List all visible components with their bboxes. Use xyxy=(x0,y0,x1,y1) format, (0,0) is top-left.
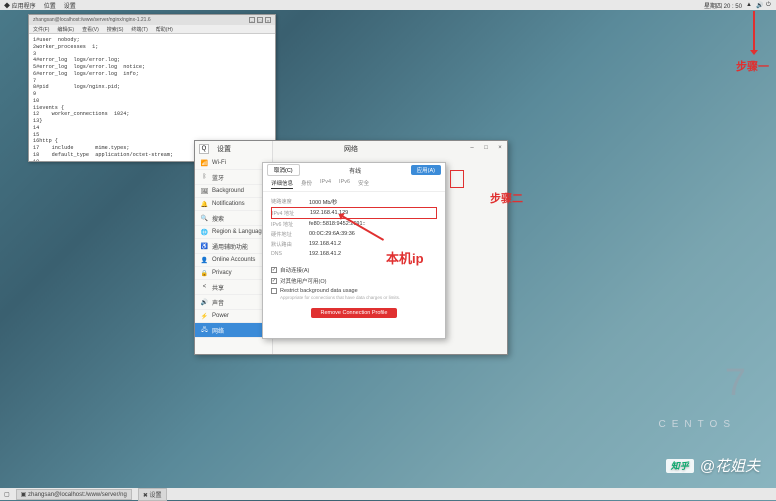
menu-file[interactable]: 文件(F) xyxy=(33,26,49,33)
sidebar-item-label: Wi-Fi xyxy=(212,160,226,166)
show-desktop-icon[interactable]: ▢ xyxy=(4,491,10,498)
close-icon[interactable]: × xyxy=(265,17,271,23)
sidebar-item-network[interactable]: 🖧 网络 xyxy=(195,323,272,338)
editor-title: zhangsan@localhost:/www/server/nginx/ngi… xyxy=(33,17,151,23)
annotation-local-ip: 本机ip xyxy=(386,248,424,267)
menu-view[interactable]: 查看(V) xyxy=(82,26,99,33)
tab-identity[interactable]: 身份 xyxy=(301,179,312,189)
settings-menu[interactable]: 设置 xyxy=(64,1,76,10)
sidebar-item-privacy[interactable]: 🔒 Privacy xyxy=(195,267,272,280)
detail-tabs: 详细信息 身份 IPv4 IPv6 安全 xyxy=(263,177,445,192)
tab-details[interactable]: 详细信息 xyxy=(271,179,293,189)
share-icon: < xyxy=(201,284,208,291)
sidebar-item-label: 蓝牙 xyxy=(212,173,224,182)
sidebar-item-online-accounts[interactable]: 👤 Online Accounts xyxy=(195,254,272,267)
row-ipv4: IPv4 地址192.168.41.129 xyxy=(271,207,437,219)
tab-ipv6[interactable]: IPv6 xyxy=(339,179,350,189)
back-button[interactable]: Q xyxy=(199,144,209,154)
sound-icon: 🔊 xyxy=(201,299,208,306)
checkbox-icon xyxy=(271,288,277,294)
annotation-step2: 步骤二 xyxy=(490,190,523,206)
sidebar-item-label: Region & Language xyxy=(212,229,265,235)
sidebar-item-sharing[interactable]: < 共享 xyxy=(195,280,272,295)
annotation-highlight-gear xyxy=(450,170,464,188)
search-icon: 🔍 xyxy=(201,215,208,222)
sidebar-item-label: Online Accounts xyxy=(212,257,255,263)
annotation-step1: 步骤一 xyxy=(736,58,769,74)
power-icon: ⚡ xyxy=(201,313,208,320)
sidebar-item-background[interactable]: 🖼 Background xyxy=(195,185,272,198)
network-tray-icon[interactable]: ▲ xyxy=(746,2,752,8)
sidebar-item-label: 共享 xyxy=(212,283,224,292)
sidebar-item-label: 声音 xyxy=(212,298,224,307)
remove-connection-button[interactable]: Remove Connection Profile xyxy=(311,308,398,318)
menu-terminal[interactable]: 终端(T) xyxy=(131,26,147,33)
bluetooth-icon: ᛒ xyxy=(201,174,208,181)
sidebar-item-region[interactable]: 🌐 Region & Language xyxy=(195,226,272,239)
sidebar-item-accessibility[interactable]: ♿ 通用辅助功能 xyxy=(195,239,272,254)
centos-name: CENTOS xyxy=(659,419,737,430)
sidebar-item-wifi[interactable]: 📶 Wi-Fi xyxy=(195,157,272,170)
sidebar-item-label: 网络 xyxy=(212,326,224,335)
datetime: 星期四 20 : 50 xyxy=(704,1,742,10)
sidebar-item-label: 通用辅助功能 xyxy=(212,242,248,251)
lock-icon: 🔒 xyxy=(201,270,208,277)
bottom-taskbar: ▢ ▣ zhangsan@localhost:/www/server/ng ✖ … xyxy=(0,488,776,500)
watermark-author: @花姐夫 xyxy=(700,455,760,476)
watermark: 知乎 @花姐夫 xyxy=(666,455,760,476)
checkbox-icon: ✓ xyxy=(271,267,277,273)
sidebar-item-label: Privacy xyxy=(212,270,232,276)
power-tray-icon[interactable]: ⏻ xyxy=(766,2,772,8)
menu-search[interactable]: 搜索(S) xyxy=(107,26,124,33)
globe-icon: 🌐 xyxy=(201,229,208,236)
apps-menu[interactable]: ◆ 应用程序 xyxy=(4,1,36,10)
sidebar-item-power[interactable]: ⚡ Power xyxy=(195,310,272,323)
background-icon: 🖼 xyxy=(201,188,208,195)
places-menu[interactable]: 位置 xyxy=(44,1,56,10)
editor-titlebar[interactable]: zhangsan@localhost:/www/server/nginx/ngi… xyxy=(29,15,275,25)
dialog-title: 有线 xyxy=(300,166,411,175)
wifi-icon: 📶 xyxy=(201,160,208,167)
check-others[interactable]: ✓对其他用户可用(O) xyxy=(271,275,437,286)
row-mac: 硬件地址00:0C:29:6A:39:36 xyxy=(271,229,437,239)
sidebar-item-sound[interactable]: 🔊 声音 xyxy=(195,295,272,310)
accessibility-icon: ♿ xyxy=(201,243,208,250)
zhihu-icon: 知乎 xyxy=(666,459,694,473)
annotation-arrow-1 xyxy=(753,11,755,51)
sidebar-item-label: Background xyxy=(212,188,244,194)
user-icon: 👤 xyxy=(201,257,208,264)
maximize-icon[interactable]: □ xyxy=(257,17,263,23)
top-menu-bar: ◆ 应用程序 位置 设置 星期四 20 : 50 ▲ 🔊 ⏻ xyxy=(0,0,776,10)
sidebar-item-notifications[interactable]: 🔔 Notifications xyxy=(195,198,272,211)
volume-tray-icon[interactable]: 🔊 xyxy=(756,2,762,8)
menu-help[interactable]: 帮助(H) xyxy=(156,26,173,33)
cancel-button[interactable]: 取消(C) xyxy=(267,164,300,176)
sidebar-item-bluetooth[interactable]: ᛒ 蓝牙 xyxy=(195,170,272,185)
bell-icon: 🔔 xyxy=(201,201,208,208)
taskbar-item-settings[interactable]: ✖ 设置 xyxy=(138,488,167,501)
network-icon: 🖧 xyxy=(201,327,208,334)
checkbox-icon: ✓ xyxy=(271,278,277,284)
tab-security[interactable]: 安全 xyxy=(358,179,369,189)
taskbar-item-terminal[interactable]: ▣ zhangsan@localhost:/www/server/ng xyxy=(16,489,132,500)
editor-menubar: 文件(F) 编辑(E) 查看(V) 搜索(S) 终端(T) 帮助(H) xyxy=(29,25,275,34)
restrict-subtext: Appropriate for connections that have da… xyxy=(271,295,437,300)
row-link-speed: 链路速度1000 Mb/秒 xyxy=(271,196,437,207)
check-restrict[interactable]: Restrict background data usage xyxy=(271,286,437,295)
centos-version: 7 xyxy=(725,362,746,405)
sidebar-item-label: 搜索 xyxy=(212,214,224,223)
sidebar-item-label: Power xyxy=(212,313,229,319)
settings-title: 设置 xyxy=(217,144,231,154)
sidebar-item-search[interactable]: 🔍 搜索 xyxy=(195,211,272,226)
menu-edit[interactable]: 编辑(E) xyxy=(57,26,74,33)
minimize-icon[interactable]: – xyxy=(249,17,255,23)
sidebar-item-label: Notifications xyxy=(212,201,245,207)
tab-ipv4[interactable]: IPv4 xyxy=(320,179,331,189)
apply-button[interactable]: 应用(A) xyxy=(411,165,441,175)
